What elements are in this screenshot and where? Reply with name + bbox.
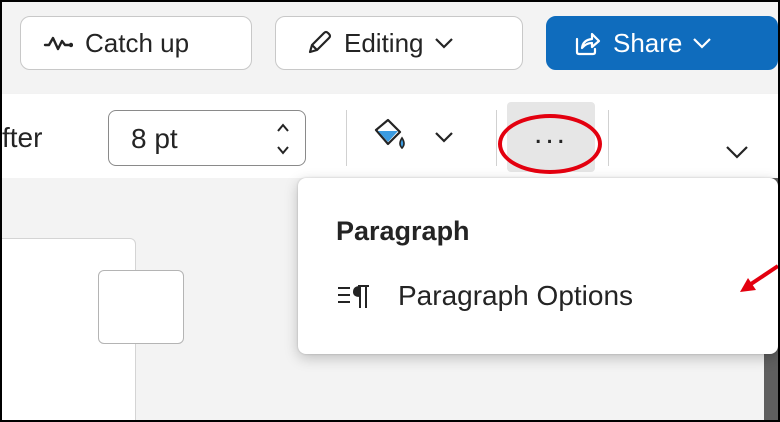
catch-up-button[interactable]: Catch up — [20, 16, 252, 70]
paragraph-options-icon — [338, 285, 369, 308]
share-icon — [575, 32, 601, 56]
toolbar-separator — [608, 110, 609, 166]
text-box — [98, 270, 184, 344]
editing-mode-button[interactable]: Editing — [275, 16, 523, 70]
editing-label: Editing — [344, 27, 424, 58]
chevron-down-icon — [693, 38, 712, 49]
highlight-ring — [498, 114, 602, 174]
spacing-after-value: 8 pt — [131, 123, 178, 154]
chevron-down-icon — [435, 132, 453, 143]
spacing-after-label: fter — [2, 122, 43, 153]
chevron-down-icon — [434, 38, 453, 49]
spacing-after-input[interactable]: 8 pt — [108, 110, 306, 166]
annotation-arrow-icon — [740, 264, 778, 292]
share-label: Share — [613, 27, 683, 58]
overflow-menu: Paragraph Paragraph Options — [298, 178, 778, 354]
toolbar-separator — [346, 110, 347, 166]
menu-item-label: Paragraph Options — [398, 280, 634, 311]
catch-up-label: Catch up — [85, 27, 190, 58]
pen-icon — [308, 30, 332, 54]
share-button[interactable]: Share — [546, 16, 778, 70]
pulse-icon — [43, 36, 73, 51]
menu-item-paragraph-options[interactable]: Paragraph Options — [312, 266, 764, 326]
toolbar-separator — [496, 110, 497, 166]
menu-group-title: Paragraph — [336, 216, 470, 246]
paint-bucket-icon — [374, 118, 405, 150]
ribbon: fter 8 pt ... — [2, 94, 778, 178]
top-bar: Catch up Editing Share — [2, 2, 778, 92]
spin-arrows-icon[interactable] — [275, 119, 291, 159]
app-frame: Catch up Editing Share fter 8 pt ... Par… — [0, 0, 780, 422]
shading-button[interactable] — [368, 114, 468, 162]
expand-ribbon-chevron-icon[interactable] — [724, 144, 750, 160]
